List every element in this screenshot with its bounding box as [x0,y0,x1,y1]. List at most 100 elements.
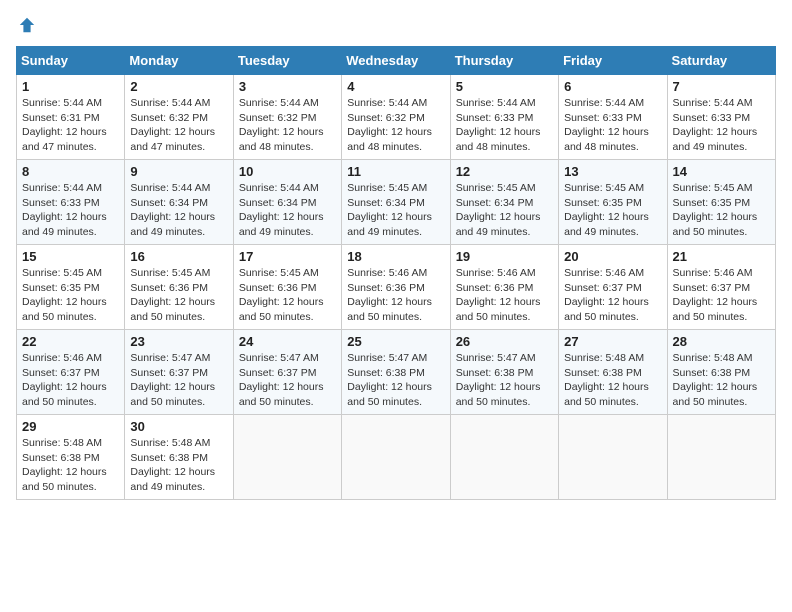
day-number: 4 [347,79,444,94]
day-info: Sunrise: 5:46 AM Sunset: 6:37 PM Dayligh… [673,266,770,325]
calendar-cell: 5 Sunrise: 5:44 AM Sunset: 6:33 PM Dayli… [450,75,558,160]
day-number: 7 [673,79,770,94]
calendar-cell: 18 Sunrise: 5:46 AM Sunset: 6:36 PM Dayl… [342,245,450,330]
calendar-cell [342,415,450,500]
calendar-cell: 9 Sunrise: 5:44 AM Sunset: 6:34 PM Dayli… [125,160,233,245]
calendar-cell: 20 Sunrise: 5:46 AM Sunset: 6:37 PM Dayl… [559,245,667,330]
day-info: Sunrise: 5:46 AM Sunset: 6:37 PM Dayligh… [22,351,119,410]
day-info: Sunrise: 5:47 AM Sunset: 6:38 PM Dayligh… [456,351,553,410]
day-number: 20 [564,249,661,264]
day-info: Sunrise: 5:44 AM Sunset: 6:33 PM Dayligh… [673,96,770,155]
day-info: Sunrise: 5:47 AM Sunset: 6:37 PM Dayligh… [239,351,336,410]
day-info: Sunrise: 5:45 AM Sunset: 6:34 PM Dayligh… [347,181,444,240]
day-info: Sunrise: 5:46 AM Sunset: 6:36 PM Dayligh… [347,266,444,325]
header [16,16,776,34]
calendar-header-row: SundayMondayTuesdayWednesdayThursdayFrid… [17,47,776,75]
day-number: 26 [456,334,553,349]
calendar-cell: 2 Sunrise: 5:44 AM Sunset: 6:32 PM Dayli… [125,75,233,160]
calendar-cell: 13 Sunrise: 5:45 AM Sunset: 6:35 PM Dayl… [559,160,667,245]
day-number: 2 [130,79,227,94]
day-info: Sunrise: 5:44 AM Sunset: 6:33 PM Dayligh… [22,181,119,240]
weekday-header-tuesday: Tuesday [233,47,341,75]
calendar-cell: 1 Sunrise: 5:44 AM Sunset: 6:31 PM Dayli… [17,75,125,160]
calendar-cell: 24 Sunrise: 5:47 AM Sunset: 6:37 PM Dayl… [233,330,341,415]
day-info: Sunrise: 5:44 AM Sunset: 6:32 PM Dayligh… [239,96,336,155]
day-number: 3 [239,79,336,94]
day-info: Sunrise: 5:45 AM Sunset: 6:35 PM Dayligh… [673,181,770,240]
calendar-cell: 21 Sunrise: 5:46 AM Sunset: 6:37 PM Dayl… [667,245,775,330]
day-number: 9 [130,164,227,179]
day-info: Sunrise: 5:45 AM Sunset: 6:35 PM Dayligh… [564,181,661,240]
weekday-header-saturday: Saturday [667,47,775,75]
calendar-cell: 16 Sunrise: 5:45 AM Sunset: 6:36 PM Dayl… [125,245,233,330]
calendar-cell: 17 Sunrise: 5:45 AM Sunset: 6:36 PM Dayl… [233,245,341,330]
day-number: 10 [239,164,336,179]
day-number: 16 [130,249,227,264]
calendar-cell: 22 Sunrise: 5:46 AM Sunset: 6:37 PM Dayl… [17,330,125,415]
calendar-cell: 14 Sunrise: 5:45 AM Sunset: 6:35 PM Dayl… [667,160,775,245]
day-info: Sunrise: 5:44 AM Sunset: 6:34 PM Dayligh… [130,181,227,240]
weekday-header-friday: Friday [559,47,667,75]
calendar-cell: 10 Sunrise: 5:44 AM Sunset: 6:34 PM Dayl… [233,160,341,245]
day-info: Sunrise: 5:47 AM Sunset: 6:37 PM Dayligh… [130,351,227,410]
week-row-2: 8 Sunrise: 5:44 AM Sunset: 6:33 PM Dayli… [17,160,776,245]
calendar-cell: 6 Sunrise: 5:44 AM Sunset: 6:33 PM Dayli… [559,75,667,160]
calendar-cell: 23 Sunrise: 5:47 AM Sunset: 6:37 PM Dayl… [125,330,233,415]
calendar-cell: 27 Sunrise: 5:48 AM Sunset: 6:38 PM Dayl… [559,330,667,415]
day-info: Sunrise: 5:44 AM Sunset: 6:32 PM Dayligh… [347,96,444,155]
calendar-cell: 4 Sunrise: 5:44 AM Sunset: 6:32 PM Dayli… [342,75,450,160]
week-row-4: 22 Sunrise: 5:46 AM Sunset: 6:37 PM Dayl… [17,330,776,415]
day-number: 17 [239,249,336,264]
day-info: Sunrise: 5:47 AM Sunset: 6:38 PM Dayligh… [347,351,444,410]
calendar-cell: 3 Sunrise: 5:44 AM Sunset: 6:32 PM Dayli… [233,75,341,160]
day-number: 27 [564,334,661,349]
day-number: 24 [239,334,336,349]
week-row-3: 15 Sunrise: 5:45 AM Sunset: 6:35 PM Dayl… [17,245,776,330]
calendar-cell: 28 Sunrise: 5:48 AM Sunset: 6:38 PM Dayl… [667,330,775,415]
weekday-header-monday: Monday [125,47,233,75]
calendar-cell: 7 Sunrise: 5:44 AM Sunset: 6:33 PM Dayli… [667,75,775,160]
calendar-cell: 15 Sunrise: 5:45 AM Sunset: 6:35 PM Dayl… [17,245,125,330]
day-number: 15 [22,249,119,264]
calendar-cell: 26 Sunrise: 5:47 AM Sunset: 6:38 PM Dayl… [450,330,558,415]
weekday-header-sunday: Sunday [17,47,125,75]
week-row-5: 29 Sunrise: 5:48 AM Sunset: 6:38 PM Dayl… [17,415,776,500]
day-number: 30 [130,419,227,434]
day-info: Sunrise: 5:45 AM Sunset: 6:36 PM Dayligh… [130,266,227,325]
day-number: 22 [22,334,119,349]
day-number: 25 [347,334,444,349]
day-info: Sunrise: 5:44 AM Sunset: 6:34 PM Dayligh… [239,181,336,240]
calendar-cell: 19 Sunrise: 5:46 AM Sunset: 6:36 PM Dayl… [450,245,558,330]
day-number: 1 [22,79,119,94]
calendar-cell: 8 Sunrise: 5:44 AM Sunset: 6:33 PM Dayli… [17,160,125,245]
calendar-cell: 25 Sunrise: 5:47 AM Sunset: 6:38 PM Dayl… [342,330,450,415]
day-number: 21 [673,249,770,264]
day-number: 29 [22,419,119,434]
calendar-table: SundayMondayTuesdayWednesdayThursdayFrid… [16,46,776,500]
logo [16,16,36,34]
day-info: Sunrise: 5:48 AM Sunset: 6:38 PM Dayligh… [22,436,119,495]
calendar-cell [450,415,558,500]
day-number: 12 [456,164,553,179]
calendar-cell: 12 Sunrise: 5:45 AM Sunset: 6:34 PM Dayl… [450,160,558,245]
day-info: Sunrise: 5:48 AM Sunset: 6:38 PM Dayligh… [130,436,227,495]
calendar-cell: 11 Sunrise: 5:45 AM Sunset: 6:34 PM Dayl… [342,160,450,245]
logo-icon [18,16,36,34]
calendar-cell: 30 Sunrise: 5:48 AM Sunset: 6:38 PM Dayl… [125,415,233,500]
day-info: Sunrise: 5:46 AM Sunset: 6:37 PM Dayligh… [564,266,661,325]
day-info: Sunrise: 5:48 AM Sunset: 6:38 PM Dayligh… [673,351,770,410]
day-number: 5 [456,79,553,94]
day-info: Sunrise: 5:46 AM Sunset: 6:36 PM Dayligh… [456,266,553,325]
calendar-cell [667,415,775,500]
day-info: Sunrise: 5:48 AM Sunset: 6:38 PM Dayligh… [564,351,661,410]
day-number: 8 [22,164,119,179]
week-row-1: 1 Sunrise: 5:44 AM Sunset: 6:31 PM Dayli… [17,75,776,160]
weekday-header-thursday: Thursday [450,47,558,75]
day-number: 23 [130,334,227,349]
day-info: Sunrise: 5:45 AM Sunset: 6:34 PM Dayligh… [456,181,553,240]
day-number: 13 [564,164,661,179]
weekday-header-wednesday: Wednesday [342,47,450,75]
day-info: Sunrise: 5:44 AM Sunset: 6:33 PM Dayligh… [456,96,553,155]
day-info: Sunrise: 5:45 AM Sunset: 6:36 PM Dayligh… [239,266,336,325]
calendar-cell [559,415,667,500]
